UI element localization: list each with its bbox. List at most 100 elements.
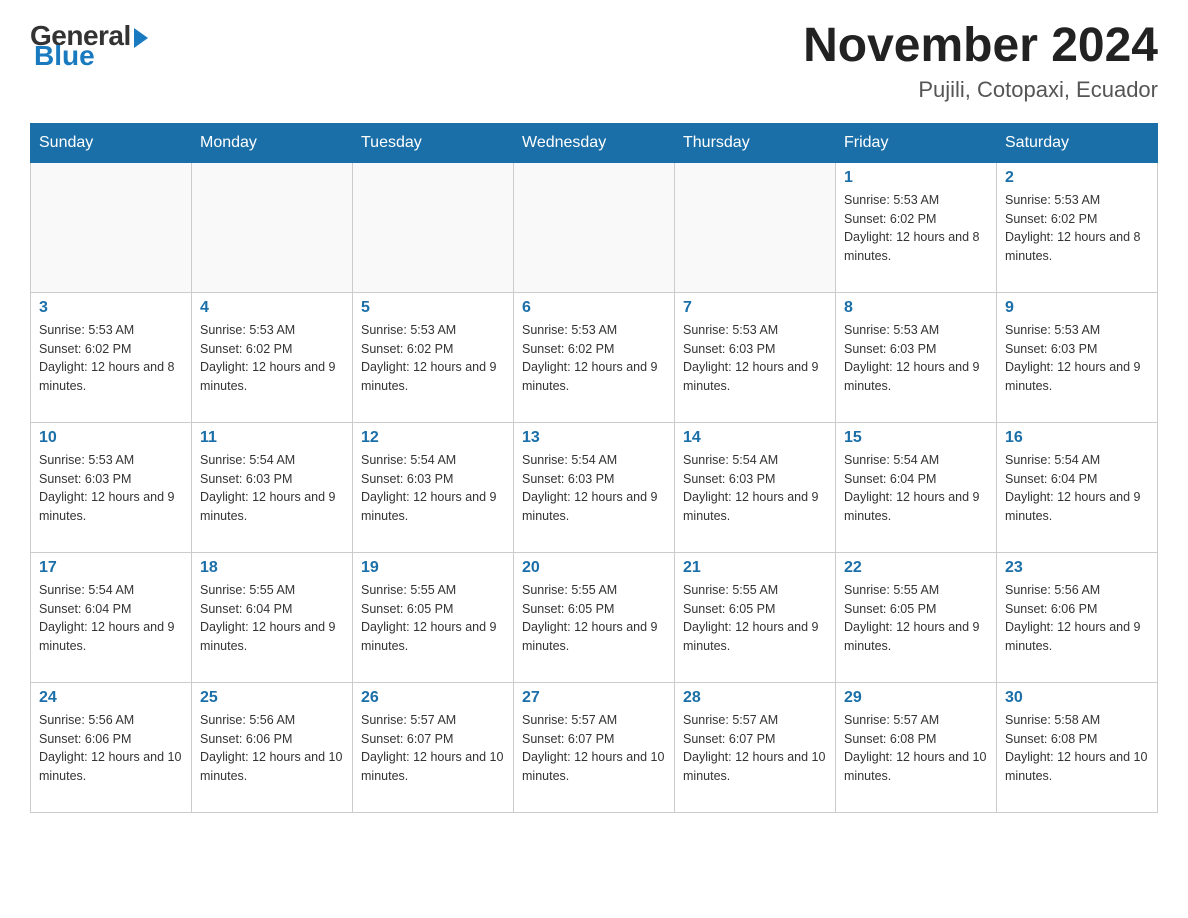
weekday-header-thursday: Thursday bbox=[675, 123, 836, 162]
calendar-table: SundayMondayTuesdayWednesdayThursdayFrid… bbox=[30, 123, 1158, 813]
logo: General Blue bbox=[30, 20, 148, 72]
weekday-header-wednesday: Wednesday bbox=[514, 123, 675, 162]
calendar-day-cell: 13 Sunrise: 5:54 AMSunset: 6:03 PMDayligh… bbox=[514, 422, 675, 552]
day-info: Sunrise: 5:55 AMSunset: 6:05 PMDaylight:… bbox=[361, 581, 505, 656]
day-info: Sunrise: 5:53 AMSunset: 6:02 PMDaylight:… bbox=[1005, 191, 1149, 266]
calendar-day-cell: 12 Sunrise: 5:54 AMSunset: 6:03 PMDayligh… bbox=[353, 422, 514, 552]
calendar-day-cell: 23 Sunrise: 5:56 AMSunset: 6:06 PMDayligh… bbox=[997, 552, 1158, 682]
calendar-day-cell bbox=[31, 162, 192, 292]
day-number: 28 bbox=[683, 689, 827, 707]
calendar-day-cell bbox=[675, 162, 836, 292]
day-number: 2 bbox=[1005, 169, 1149, 187]
day-number: 16 bbox=[1005, 429, 1149, 447]
calendar-day-cell: 27 Sunrise: 5:57 AMSunset: 6:07 PMDayligh… bbox=[514, 682, 675, 812]
calendar-week-row: 1 Sunrise: 5:53 AMSunset: 6:02 PMDaylight… bbox=[31, 162, 1158, 292]
logo-blue-text: Blue bbox=[34, 40, 95, 72]
day-number: 5 bbox=[361, 299, 505, 317]
day-info: Sunrise: 5:53 AMSunset: 6:02 PMDaylight:… bbox=[361, 321, 505, 396]
calendar-day-cell: 22 Sunrise: 5:55 AMSunset: 6:05 PMDayligh… bbox=[836, 552, 997, 682]
title-block: November 2024 Pujili, Cotopaxi, Ecuador bbox=[803, 20, 1158, 103]
day-info: Sunrise: 5:54 AMSunset: 6:03 PMDaylight:… bbox=[683, 451, 827, 526]
calendar-day-cell: 3 Sunrise: 5:53 AMSunset: 6:02 PMDaylight… bbox=[31, 292, 192, 422]
day-info: Sunrise: 5:54 AMSunset: 6:04 PMDaylight:… bbox=[39, 581, 183, 656]
day-number: 8 bbox=[844, 299, 988, 317]
weekday-header-sunday: Sunday bbox=[31, 123, 192, 162]
calendar-day-cell: 5 Sunrise: 5:53 AMSunset: 6:02 PMDaylight… bbox=[353, 292, 514, 422]
month-title: November 2024 bbox=[803, 20, 1158, 73]
calendar-day-cell: 14Sunrise: 5:54 AMSunset: 6:03 PMDayligh… bbox=[675, 422, 836, 552]
calendar-day-cell: 16 Sunrise: 5:54 AMSunset: 6:04 PMDayligh… bbox=[997, 422, 1158, 552]
day-info: Sunrise: 5:55 AMSunset: 6:05 PMDaylight:… bbox=[522, 581, 666, 656]
day-number: 4 bbox=[200, 299, 344, 317]
day-number: 25 bbox=[200, 689, 344, 707]
calendar-week-row: 10Sunrise: 5:53 AMSunset: 6:03 PMDayligh… bbox=[31, 422, 1158, 552]
day-info: Sunrise: 5:57 AMSunset: 6:08 PMDaylight:… bbox=[844, 711, 988, 786]
location-title: Pujili, Cotopaxi, Ecuador bbox=[803, 77, 1158, 103]
day-info: Sunrise: 5:55 AMSunset: 6:05 PMDaylight:… bbox=[844, 581, 988, 656]
day-number: 30 bbox=[1005, 689, 1149, 707]
day-info: Sunrise: 5:55 AMSunset: 6:04 PMDaylight:… bbox=[200, 581, 344, 656]
calendar-day-cell: 29 Sunrise: 5:57 AMSunset: 6:08 PMDayligh… bbox=[836, 682, 997, 812]
day-number: 1 bbox=[844, 169, 988, 187]
day-info: Sunrise: 5:54 AMSunset: 6:04 PMDaylight:… bbox=[844, 451, 988, 526]
day-info: Sunrise: 5:53 AMSunset: 6:02 PMDaylight:… bbox=[522, 321, 666, 396]
day-number: 22 bbox=[844, 559, 988, 577]
day-info: Sunrise: 5:53 AMSunset: 6:02 PMDaylight:… bbox=[200, 321, 344, 396]
calendar-day-cell: 9Sunrise: 5:53 AMSunset: 6:03 PMDaylight… bbox=[997, 292, 1158, 422]
calendar-day-cell: 30 Sunrise: 5:58 AMSunset: 6:08 PMDayligh… bbox=[997, 682, 1158, 812]
day-info: Sunrise: 5:58 AMSunset: 6:08 PMDaylight:… bbox=[1005, 711, 1149, 786]
logo-arrow-icon bbox=[134, 28, 148, 48]
day-info: Sunrise: 5:53 AMSunset: 6:03 PMDaylight:… bbox=[683, 321, 827, 396]
day-number: 23 bbox=[1005, 559, 1149, 577]
page-header: General Blue November 2024 Pujili, Cotop… bbox=[30, 20, 1158, 103]
day-info: Sunrise: 5:57 AMSunset: 6:07 PMDaylight:… bbox=[522, 711, 666, 786]
weekday-header-saturday: Saturday bbox=[997, 123, 1158, 162]
day-number: 20 bbox=[522, 559, 666, 577]
day-number: 18 bbox=[200, 559, 344, 577]
day-number: 27 bbox=[522, 689, 666, 707]
day-info: Sunrise: 5:54 AMSunset: 6:03 PMDaylight:… bbox=[522, 451, 666, 526]
day-info: Sunrise: 5:56 AMSunset: 6:06 PMDaylight:… bbox=[200, 711, 344, 786]
calendar-day-cell: 15Sunrise: 5:54 AMSunset: 6:04 PMDayligh… bbox=[836, 422, 997, 552]
calendar-day-cell: 21 Sunrise: 5:55 AMSunset: 6:05 PMDayligh… bbox=[675, 552, 836, 682]
day-number: 6 bbox=[522, 299, 666, 317]
calendar-day-cell: 26 Sunrise: 5:57 AMSunset: 6:07 PMDayligh… bbox=[353, 682, 514, 812]
day-info: Sunrise: 5:57 AMSunset: 6:07 PMDaylight:… bbox=[361, 711, 505, 786]
calendar-day-cell: 2 Sunrise: 5:53 AMSunset: 6:02 PMDaylight… bbox=[997, 162, 1158, 292]
calendar-day-cell: 28Sunrise: 5:57 AMSunset: 6:07 PMDayligh… bbox=[675, 682, 836, 812]
calendar-day-cell: 19Sunrise: 5:55 AMSunset: 6:05 PMDayligh… bbox=[353, 552, 514, 682]
calendar-day-cell: 7Sunrise: 5:53 AMSunset: 6:03 PMDaylight… bbox=[675, 292, 836, 422]
calendar-day-cell: 11Sunrise: 5:54 AMSunset: 6:03 PMDayligh… bbox=[192, 422, 353, 552]
day-info: Sunrise: 5:53 AMSunset: 6:03 PMDaylight:… bbox=[844, 321, 988, 396]
calendar-day-cell: 1 Sunrise: 5:53 AMSunset: 6:02 PMDaylight… bbox=[836, 162, 997, 292]
day-info: Sunrise: 5:53 AMSunset: 6:02 PMDaylight:… bbox=[844, 191, 988, 266]
calendar-day-cell: 20 Sunrise: 5:55 AMSunset: 6:05 PMDayligh… bbox=[514, 552, 675, 682]
calendar-week-row: 3 Sunrise: 5:53 AMSunset: 6:02 PMDaylight… bbox=[31, 292, 1158, 422]
day-number: 21 bbox=[683, 559, 827, 577]
calendar-day-cell: 6 Sunrise: 5:53 AMSunset: 6:02 PMDaylight… bbox=[514, 292, 675, 422]
day-number: 3 bbox=[39, 299, 183, 317]
weekday-header-row: SundayMondayTuesdayWednesdayThursdayFrid… bbox=[31, 123, 1158, 162]
day-info: Sunrise: 5:53 AMSunset: 6:02 PMDaylight:… bbox=[39, 321, 183, 396]
day-info: Sunrise: 5:54 AMSunset: 6:03 PMDaylight:… bbox=[361, 451, 505, 526]
day-info: Sunrise: 5:55 AMSunset: 6:05 PMDaylight:… bbox=[683, 581, 827, 656]
calendar-day-cell: 17Sunrise: 5:54 AMSunset: 6:04 PMDayligh… bbox=[31, 552, 192, 682]
day-number: 26 bbox=[361, 689, 505, 707]
calendar-day-cell: 10Sunrise: 5:53 AMSunset: 6:03 PMDayligh… bbox=[31, 422, 192, 552]
day-info: Sunrise: 5:53 AMSunset: 6:03 PMDaylight:… bbox=[1005, 321, 1149, 396]
day-number: 24 bbox=[39, 689, 183, 707]
calendar-day-cell: 25 Sunrise: 5:56 AMSunset: 6:06 PMDayligh… bbox=[192, 682, 353, 812]
day-info: Sunrise: 5:56 AMSunset: 6:06 PMDaylight:… bbox=[1005, 581, 1149, 656]
calendar-week-row: 17Sunrise: 5:54 AMSunset: 6:04 PMDayligh… bbox=[31, 552, 1158, 682]
calendar-day-cell: 8 Sunrise: 5:53 AMSunset: 6:03 PMDaylight… bbox=[836, 292, 997, 422]
day-number: 29 bbox=[844, 689, 988, 707]
calendar-day-cell bbox=[353, 162, 514, 292]
weekday-header-friday: Friday bbox=[836, 123, 997, 162]
weekday-header-monday: Monday bbox=[192, 123, 353, 162]
day-number: 13 bbox=[522, 429, 666, 447]
weekday-header-tuesday: Tuesday bbox=[353, 123, 514, 162]
day-info: Sunrise: 5:54 AMSunset: 6:04 PMDaylight:… bbox=[1005, 451, 1149, 526]
calendar-week-row: 24 Sunrise: 5:56 AMSunset: 6:06 PMDayligh… bbox=[31, 682, 1158, 812]
day-number: 12 bbox=[361, 429, 505, 447]
calendar-day-cell: 18 Sunrise: 5:55 AMSunset: 6:04 PMDayligh… bbox=[192, 552, 353, 682]
